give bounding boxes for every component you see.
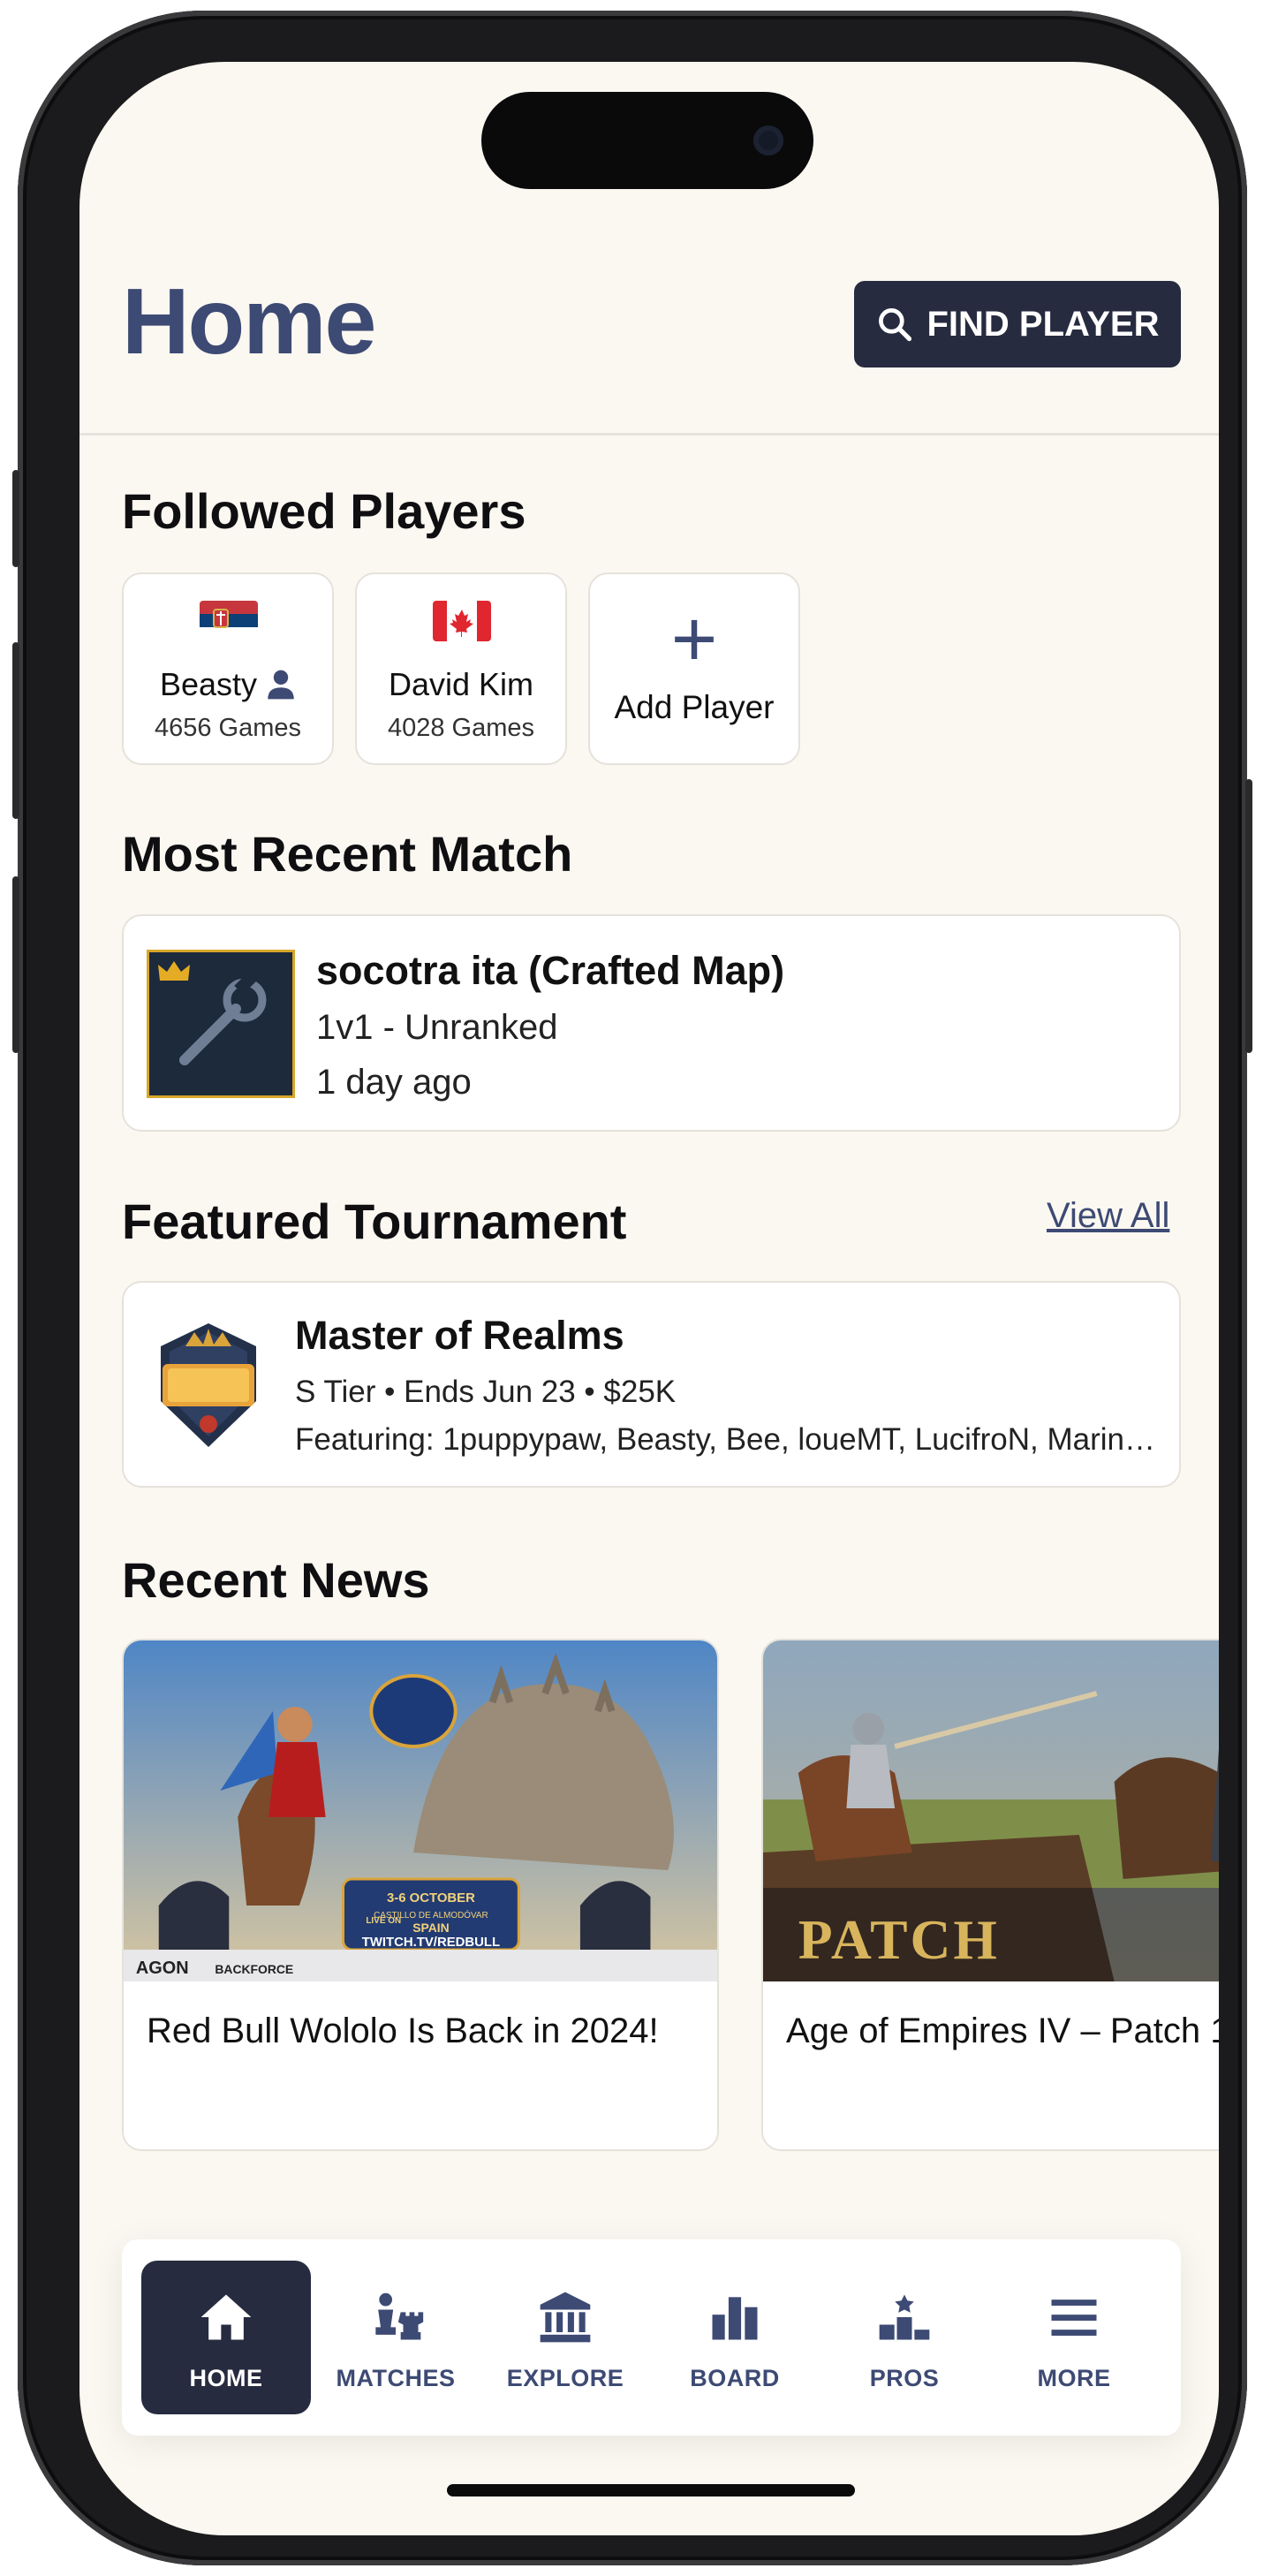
person-icon	[268, 670, 294, 700]
news-title: Age of Empires IV – Patch 10.1.48	[786, 2012, 1219, 2050]
news-card-red-bull-wololo[interactable]: AGON BACKFORCE 3-6 OCTOBER CASTILLO DE A…	[122, 1639, 719, 2151]
featured-tournament-title: Featured Tournament	[122, 1193, 627, 1249]
image-text-agon: AGON	[136, 1959, 189, 1978]
match-map-name: socotra ita (Crafted Map)	[316, 948, 785, 993]
followed-players-title: Followed Players	[122, 483, 526, 539]
side-button	[12, 470, 19, 567]
player-card-david-kim[interactable]: David Kim 4028 Games	[355, 572, 567, 765]
tournament-name: Master of Realms	[295, 1313, 624, 1358]
canada-flag-icon	[433, 601, 491, 641]
recent-match-card[interactable]: socotra ita (Crafted Map) 1v1 - Unranked…	[122, 914, 1181, 1132]
tournament-featuring: Featuring: 1puppypaw, Beasty, Bee, loueM…	[295, 1422, 1156, 1457]
view-all-link[interactable]: View All	[1047, 1196, 1169, 1236]
tab-more[interactable]: MORE	[989, 2261, 1159, 2414]
tab-label: HOME	[189, 2365, 263, 2391]
power-button	[1245, 779, 1252, 1053]
bar-chart-icon	[712, 2297, 758, 2340]
tab-label: PROS	[869, 2365, 940, 2391]
match-mode: 1v1 - Unranked	[316, 1008, 558, 1047]
header: Home FIND PLAYER	[79, 62, 1219, 436]
tab-label: BOARD	[690, 2365, 780, 2391]
search-icon	[879, 308, 912, 342]
news-image-wololo: AGON BACKFORCE 3-6 OCTOBER CASTILLO DE A…	[124, 1640, 717, 1981]
tab-label: EXPLORE	[506, 2365, 624, 2391]
museum-icon	[540, 2292, 591, 2343]
tab-label: MATCHES	[336, 2365, 456, 2391]
tournament-meta: S Tier • Ends Jun 23 • $25K	[295, 1375, 677, 1409]
tab-pros[interactable]: PROS	[820, 2261, 989, 2414]
player-name: David Kim	[388, 666, 534, 702]
image-text-url: TWITCH.TV/REDBULL	[362, 1935, 500, 1950]
app-screen: Home FIND PLAYER Followed Players Beasty…	[79, 62, 1219, 2535]
find-player-button[interactable]: FIND PLAYER	[854, 281, 1181, 367]
player-games: 4656 Games	[154, 714, 302, 742]
image-text-live: LIVE ON	[366, 1916, 401, 1926]
page-title: Home	[122, 269, 377, 374]
tab-explore[interactable]: EXPLORE	[480, 2261, 650, 2414]
news-title: Red Bull Wololo Is Back in 2024!	[147, 2012, 659, 2050]
plus-icon: +	[670, 595, 718, 684]
add-player-label: Add Player	[614, 689, 775, 725]
news-image-patch: PATCH	[763, 1640, 1219, 1981]
tournament-logo	[161, 1323, 256, 1447]
tab-home[interactable]: HOME	[141, 2261, 311, 2414]
match-time: 1 day ago	[316, 1063, 472, 1102]
serbia-flag-icon	[200, 601, 258, 641]
find-player-label: FIND PLAYER	[926, 304, 1160, 344]
menu-icon	[1051, 2299, 1097, 2336]
image-text-country: SPAIN	[412, 1921, 449, 1935]
recent-news-title: Recent News	[122, 1552, 430, 1608]
podium-icon	[879, 2294, 930, 2340]
chess-pieces-icon	[375, 2292, 424, 2340]
image-text-dates: 3-6 OCTOBER	[387, 1890, 475, 1905]
home-icon	[200, 2294, 252, 2340]
tab-label: MORE	[1037, 2365, 1111, 2391]
news-card-patch[interactable]: PATCH Age of Empires IV – Patch 10.1.48	[761, 1639, 1219, 2151]
home-indicator	[447, 2484, 855, 2496]
player-card-beasty[interactable]: Beasty 4656 Games	[122, 572, 334, 765]
image-text-patch: PATCH	[798, 1908, 1000, 1971]
featured-tournament-card[interactable]: Master of Realms S Tier • Ends Jun 23 • …	[122, 1281, 1181, 1488]
crown-icon	[158, 961, 190, 981]
image-text-backforce: BACKFORCE	[215, 1962, 293, 1976]
tab-matches[interactable]: MATCHES	[311, 2261, 480, 2414]
volume-down-button	[12, 876, 19, 1053]
tab-board[interactable]: BOARD	[650, 2261, 820, 2414]
most-recent-match-title: Most Recent Match	[122, 826, 573, 882]
add-player-card[interactable]: + Add Player	[588, 572, 800, 765]
phone-frame: Home FIND PLAYER Followed Players Beasty…	[12, 11, 1252, 2565]
player-name: Beasty	[159, 666, 258, 702]
map-thumbnail	[147, 950, 295, 1098]
bottom-tab-bar: HOME MATCHES EXPLORE BOARD PROS MORE	[122, 2239, 1181, 2436]
player-games: 4028 Games	[387, 714, 535, 742]
volume-up-button	[12, 642, 19, 819]
